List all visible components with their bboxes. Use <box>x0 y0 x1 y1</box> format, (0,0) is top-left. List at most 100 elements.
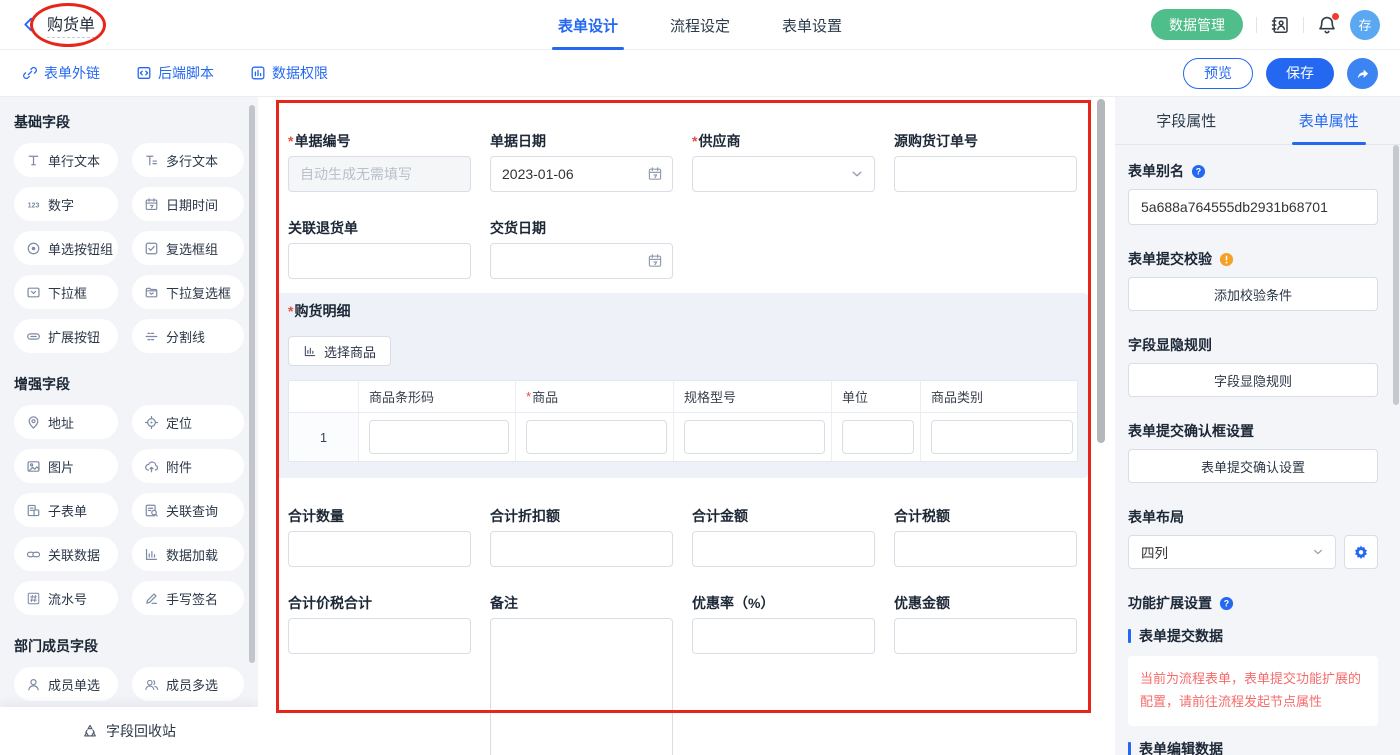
sidebar-item-select[interactable]: 下拉框 <box>14 275 118 309</box>
select-icon <box>26 285 41 300</box>
sidebar-item-attachment[interactable]: 附件 <box>132 449 244 483</box>
field-text-input[interactable]: 自动生成无需填写 <box>288 156 471 192</box>
sidebar-scrollbar[interactable] <box>249 105 255 663</box>
field-select-input[interactable] <box>692 156 875 192</box>
confirm-settings-button[interactable]: 表单提交确认设置 <box>1128 449 1378 483</box>
edit-data-header: 表单编辑数据 <box>1128 739 1378 755</box>
sidebar-item-signature[interactable]: 手写签名 <box>132 581 244 615</box>
alias-input[interactable]: 5a688a764555db2931b68701 <box>1128 189 1378 225</box>
chevron-down-icon <box>1311 545 1325 559</box>
field-text-input[interactable] <box>288 531 471 567</box>
help-icon[interactable]: ? <box>1191 164 1206 179</box>
related-query-icon <box>144 503 159 518</box>
toolbar-link-link[interactable]: 表单外链 <box>22 63 100 83</box>
detail-cell-input[interactable] <box>369 420 509 454</box>
sidebar-item-data-load[interactable]: 数据加载 <box>132 537 244 571</box>
field-text-input[interactable] <box>894 618 1077 654</box>
field-text-input[interactable] <box>490 531 673 567</box>
field-text-input[interactable] <box>692 618 875 654</box>
sidebar-item-number[interactable]: 123数字 <box>14 187 118 221</box>
sidebar-item-multiselect[interactable]: 下拉复选框 <box>132 275 244 309</box>
header-tab-2[interactable]: 表单设置 <box>782 0 842 50</box>
notification-bell-icon[interactable] <box>1317 15 1337 35</box>
canvas-scrollbar[interactable] <box>1097 99 1105 443</box>
toolbar-link-code[interactable]: 后端脚本 <box>136 63 214 83</box>
sidebar-item-address-pin[interactable]: 地址 <box>14 405 118 439</box>
sidebar-item-checkbox[interactable]: 复选框组 <box>132 231 244 265</box>
visibility-label: 字段显隐规则 <box>1128 335 1378 355</box>
placeholder-text: 自动生成无需填写 <box>300 164 412 184</box>
share-arrow-icon <box>1354 65 1371 82</box>
sidebar-item-text-multi[interactable]: 多行文本 <box>132 143 244 177</box>
serial-number-icon <box>26 591 41 606</box>
header-tab-1[interactable]: 流程设定 <box>670 0 730 50</box>
sidebar-item-locate[interactable]: 定位 <box>132 405 244 439</box>
sidebar-item-subform[interactable]: 子表单 <box>14 493 118 527</box>
detail-cell-input[interactable] <box>526 420 667 454</box>
sidebar-item-text-single[interactable]: 单行文本 <box>14 143 118 177</box>
totals-grid: 合计数量合计折扣额合计金额合计税额合计价税合计备注优惠率（%）优惠金额 <box>288 508 1078 755</box>
share-button[interactable] <box>1347 58 1378 89</box>
form-field: 合计税额 <box>894 508 1077 567</box>
select-product-button[interactable]: 选择商品 <box>288 336 391 366</box>
field-text-input[interactable] <box>894 531 1077 567</box>
detail-cell-input[interactable] <box>842 420 914 454</box>
layout-row: 四列 <box>1128 535 1378 569</box>
visibility-rules-button[interactable]: 字段显隐规则 <box>1128 363 1378 397</box>
page-title[interactable]: 购货单 <box>47 11 95 38</box>
avatar[interactable]: 存 <box>1350 10 1380 40</box>
recycle-label: 字段回收站 <box>106 721 176 741</box>
sidebar-item-image[interactable]: 图片 <box>14 449 118 483</box>
sidebar-item-related-data[interactable]: 关联数据 <box>14 537 118 571</box>
back-icon[interactable] <box>20 16 37 33</box>
field-label: 合计金额 <box>692 508 875 525</box>
app: 购货单 表单设计 流程设定 表单设置 数据管理 存 表单外链 后端脚本 数据权限 预览 … <box>0 0 1400 755</box>
layout-select[interactable]: 四列 <box>1128 535 1336 569</box>
sidebar-item-member-multi[interactable]: 成员多选 <box>132 667 244 701</box>
field-date-input[interactable] <box>490 243 673 279</box>
sidebar-item-calendar[interactable]: 日期时间 <box>132 187 244 221</box>
help-icon[interactable]: ? <box>1219 596 1234 611</box>
sidebar-item-member-single[interactable]: 成员单选 <box>14 667 118 701</box>
field-recycle-bin[interactable]: 字段回收站 <box>0 707 258 755</box>
field-label: 优惠率（%） <box>692 595 875 612</box>
field-text-input[interactable] <box>692 531 875 567</box>
layout-label: 表单布局 <box>1128 507 1378 527</box>
form-field: 合计价税合计 <box>288 595 471 654</box>
toolbar-link-permission[interactable]: 数据权限 <box>250 63 328 83</box>
form-field: 优惠金额 <box>894 595 1077 654</box>
layout-gear-button[interactable] <box>1344 535 1378 569</box>
calendar-icon <box>144 197 159 212</box>
field-text-input[interactable] <box>288 243 471 279</box>
form-fields-grid: 单据编号自动生成无需填写单据日期2023-01-06供应商源购货订单号关联退货单… <box>288 133 1078 279</box>
field-text-input[interactable] <box>894 156 1077 192</box>
contact-book-icon[interactable] <box>1270 15 1290 35</box>
preview-button[interactable]: 预览 <box>1183 58 1253 89</box>
notification-dot <box>1332 13 1339 20</box>
form-toolbar: 表单外链 后端脚本 数据权限 预览 保存 <box>0 50 1400 97</box>
tab-field-props[interactable]: 字段属性 <box>1115 97 1258 144</box>
signature-icon <box>144 591 159 606</box>
detail-cell-input[interactable] <box>931 420 1073 454</box>
field-date-input[interactable]: 2023-01-06 <box>490 156 673 192</box>
sidebar-item-serial-number[interactable]: 流水号 <box>14 581 118 615</box>
sidebar-item-ext-button[interactable]: 扩展按钮 <box>14 319 118 353</box>
save-button[interactable]: 保存 <box>1266 58 1334 89</box>
data-manage-button[interactable]: 数据管理 <box>1151 9 1243 40</box>
header-tab-0[interactable]: 表单设计 <box>558 0 618 50</box>
flow-form-notice: 当前为流程表单，表单提交功能扩展的配置，请前往流程发起节点属性 <box>1128 656 1378 726</box>
window-scrollbar[interactable] <box>1393 145 1399 405</box>
field-textarea-input[interactable] <box>490 618 673 755</box>
field-label: 供应商 <box>692 133 875 150</box>
alias-label: 表单别名? <box>1128 161 1378 181</box>
field-text-input[interactable] <box>288 618 471 654</box>
sidebar-item-radio[interactable]: 单选按钮组 <box>14 231 118 265</box>
text-single-icon <box>26 153 41 168</box>
add-validation-button[interactable]: 添加校验条件 <box>1128 277 1378 311</box>
sidebar-item-related-query[interactable]: 关联查询 <box>132 493 244 527</box>
form-field: 交货日期 <box>490 220 673 279</box>
tab-form-props[interactable]: 表单属性 <box>1258 97 1400 144</box>
sidebar-item-divider-line[interactable]: 分割线 <box>132 319 244 353</box>
detail-cell-input[interactable] <box>684 420 825 454</box>
field-label: 合计折扣额 <box>490 508 673 525</box>
